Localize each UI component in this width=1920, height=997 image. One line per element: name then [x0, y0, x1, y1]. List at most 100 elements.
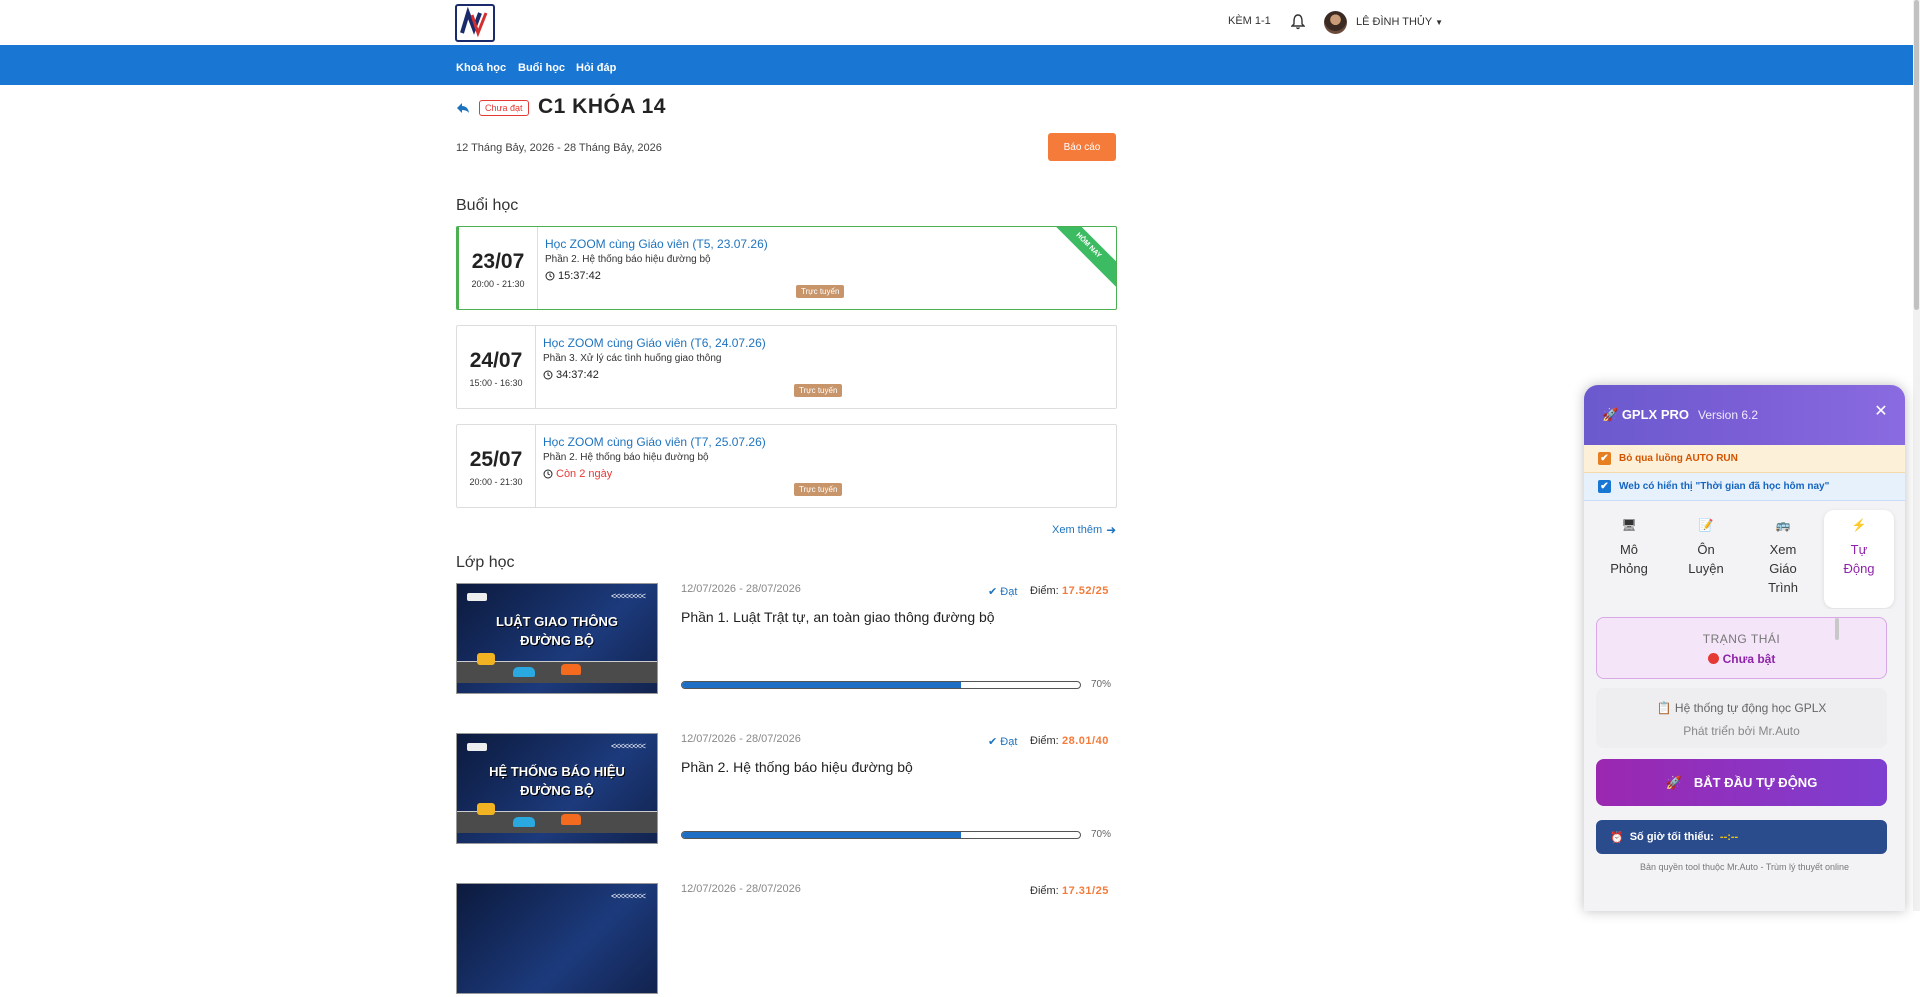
class-thumbnail[interactable]: <<<<<<<< — [456, 883, 658, 994]
nav-qa[interactable]: Hỏi đáp — [576, 62, 616, 74]
progress-bar — [681, 681, 1081, 689]
session-card[interactable]: 25/07 20:00 - 21:30 Học ZOOM cùng Giáo v… — [456, 424, 1117, 508]
class-thumbnail[interactable]: <<<<<<<< LUẬT GIAO THÔNG ĐƯỜNG BỘ — [456, 583, 658, 694]
pass-status: ✔ Đạt — [988, 585, 1017, 598]
traffic-light-graphic — [467, 743, 487, 751]
session-date-box: 23/07 20:00 - 21:30 — [459, 227, 538, 309]
panel-body: TRẠNG THÁI Chưa bật 📋 Hệ thống tự động h… — [1584, 609, 1905, 911]
class-thumbnail[interactable]: <<<<<<<< HỆ THỐNG BÁO HIỆU ĐƯỜNG BỘ — [456, 733, 658, 844]
car-graphic — [561, 664, 581, 675]
class-item[interactable]: <<<<<<<< 12/07/2026 - 28/07/2026 Điểm: 1… — [456, 883, 1117, 997]
session-card[interactable]: 24/07 15:00 - 16:30 Học ZOOM cùng Giáo v… — [456, 325, 1117, 409]
traffic-light-graphic — [467, 593, 487, 601]
car-graphic — [477, 803, 495, 815]
session-day: 25/07 — [469, 448, 523, 471]
tab-label: Xem — [1769, 542, 1797, 557]
pass-label: Đạt — [1000, 736, 1018, 748]
clock-icon — [543, 370, 553, 380]
thumbnail-text: HỆ THỐNG BÁO HIỆU ĐƯỜNG BỘ — [457, 762, 657, 800]
stripes-graphic: <<<<<<<< — [610, 741, 646, 751]
score-value: 17.52/25 — [1062, 585, 1109, 597]
thumbnail-line1: LUẬT GIAO THÔNG — [495, 614, 619, 629]
bell-icon[interactable] — [1291, 14, 1305, 30]
class-title-link[interactable]: Phần 1. Luật Trật tự, an toàn giao thông… — [681, 609, 995, 625]
report-button[interactable]: Báo cáo — [1048, 133, 1116, 161]
pass-label: Đạt — [1000, 586, 1018, 598]
page-scrollbar[interactable] — [1913, 0, 1920, 911]
session-countdown: 34:37:42 — [543, 369, 599, 381]
session-card[interactable]: 23/07 20:00 - 21:30 Học ZOOM cùng Giáo v… — [456, 226, 1117, 310]
status-value-text: Chưa bật — [1722, 652, 1776, 666]
tab-curriculum[interactable]: 🚌 Xem Giáo Trình — [1748, 510, 1818, 608]
see-more-link[interactable]: Xem thêm ➜ — [1052, 523, 1116, 537]
session-date-box: 24/07 15:00 - 16:30 — [457, 326, 536, 408]
tab-label: Tự — [1850, 542, 1868, 557]
check-icon: ✔ — [988, 736, 998, 748]
check-icon: ✔ — [988, 586, 998, 598]
nav-courses[interactable]: Khoá học — [456, 62, 506, 74]
simulation-icon: 🖥 — [1621, 518, 1637, 532]
session-subtitle: Phần 2. Hệ thống báo hiệu đường bộ — [543, 452, 709, 463]
tab-label: Giáo — [1769, 561, 1797, 576]
avatar[interactable] — [1324, 11, 1347, 34]
site-logo[interactable] — [455, 4, 495, 42]
gplx-pro-panel: 🚀 GPLX PRO Version 6.2 ✕ ✔ Bỏ qua luồng … — [1584, 385, 1905, 911]
tab-auto[interactable]: ⚡ Tự Động — [1824, 510, 1894, 608]
arrow-right-icon: ➜ — [1106, 523, 1117, 537]
class-item[interactable]: <<<<<<<< HỆ THỐNG BÁO HIỆU ĐƯỜNG BỘ 12/07… — [456, 733, 1117, 847]
session-time: 20:00 - 21:30 — [469, 477, 523, 487]
countdown-value: Còn 2 ngày — [556, 468, 613, 480]
class-title-link[interactable]: Phần 2. Hệ thống báo hiệu đường bộ — [681, 759, 913, 775]
tab-label: Mô — [1619, 542, 1639, 557]
progress-percent: 70% — [1091, 829, 1112, 840]
car-graphic — [477, 653, 495, 665]
page-title: C1 KHÓA 14 — [538, 95, 666, 118]
car-graphic — [513, 817, 535, 827]
tab-practice[interactable]: 📝 Ôn Luyện — [1671, 510, 1741, 608]
info-line2: Phát triển bởi Mr.Auto — [1683, 724, 1800, 738]
option-study-time-label: Web có hiển thị "Thời gian đã học hôm na… — [1619, 481, 1830, 492]
session-title-link[interactable]: Học ZOOM cùng Giáo viên (T7, 25.07.26) — [543, 435, 766, 449]
session-subtitle: Phần 3. Xử lý các tình huống giao thông — [543, 353, 722, 364]
tab-label: Trình — [1768, 580, 1798, 595]
countdown-value: 34:37:42 — [556, 369, 599, 381]
option-skip-autorun[interactable]: ✔ Bỏ qua luồng AUTO RUN — [1584, 445, 1905, 473]
min-hours-bar[interactable]: ⏰ Số giờ tối thiểu: --:-- — [1596, 820, 1887, 854]
user-menu[interactable]: LÊ ĐÌNH THỦY ▼ — [1356, 16, 1443, 28]
car-graphic — [513, 667, 535, 677]
session-time: 15:00 - 16:30 — [469, 378, 523, 388]
progress-bar — [681, 831, 1081, 839]
score-value: 17.31/25 — [1062, 885, 1109, 897]
panel-scrollbar-thumb[interactable] — [1835, 618, 1839, 640]
copyright-text: Bản quyền tool thuộc Mr.Auto - Trùm lý t… — [1639, 862, 1850, 872]
nav-sessions[interactable]: Buổi học — [518, 62, 565, 74]
session-title-link[interactable]: Học ZOOM cùng Giáo viên (T5, 23.07.26) — [545, 237, 768, 251]
session-title-link[interactable]: Học ZOOM cùng Giáo viên (T6, 24.07.26) — [543, 336, 766, 350]
rocket-icon: 🚀 — [1602, 407, 1619, 422]
min-hours-label: Số giờ tối thiểu: — [1629, 831, 1714, 843]
class-item[interactable]: <<<<<<<< LUẬT GIAO THÔNG ĐƯỜNG BỘ 12/07/2… — [456, 583, 1117, 697]
alarm-clock-icon: ⏰ — [1610, 831, 1624, 844]
class-date: 12/07/2026 - 28/07/2026 — [681, 733, 801, 745]
clock-icon — [543, 469, 553, 479]
checkbox-checked-icon[interactable]: ✔ — [1598, 480, 1611, 493]
class-date: 12/07/2026 - 28/07/2026 — [681, 583, 801, 595]
start-auto-button[interactable]: 🚀 BẮT ĐẦU TỰ ĐỘNG — [1596, 759, 1887, 806]
clipboard-icon: 📋 — [1656, 701, 1672, 715]
page-scrollbar-thumb[interactable] — [1914, 0, 1919, 310]
option-study-time[interactable]: ✔ Web có hiển thị "Thời gian đã học hôm … — [1584, 473, 1905, 501]
checkbox-checked-icon[interactable]: ✔ — [1598, 452, 1611, 465]
notepad-icon: 📝 — [1698, 518, 1714, 532]
min-hours-value: --:-- — [1719, 831, 1739, 843]
score-value: 28.01/40 — [1062, 735, 1109, 747]
close-icon[interactable]: ✕ — [1870, 401, 1892, 423]
pass-status: ✔ Đạt — [988, 735, 1017, 748]
status-badge: Chưa đạt — [479, 100, 529, 116]
tab-simulation[interactable]: 🖥 Mô Phỏng — [1594, 510, 1664, 608]
back-arrow-icon[interactable] — [456, 101, 470, 115]
classes-heading: Lớp học — [456, 554, 515, 571]
see-more-label: Xem thêm — [1052, 524, 1103, 536]
online-badge: Trực tuyến — [794, 384, 843, 397]
tab-label: Ôn — [1697, 542, 1715, 557]
online-badge: Trực tuyến — [794, 483, 843, 496]
